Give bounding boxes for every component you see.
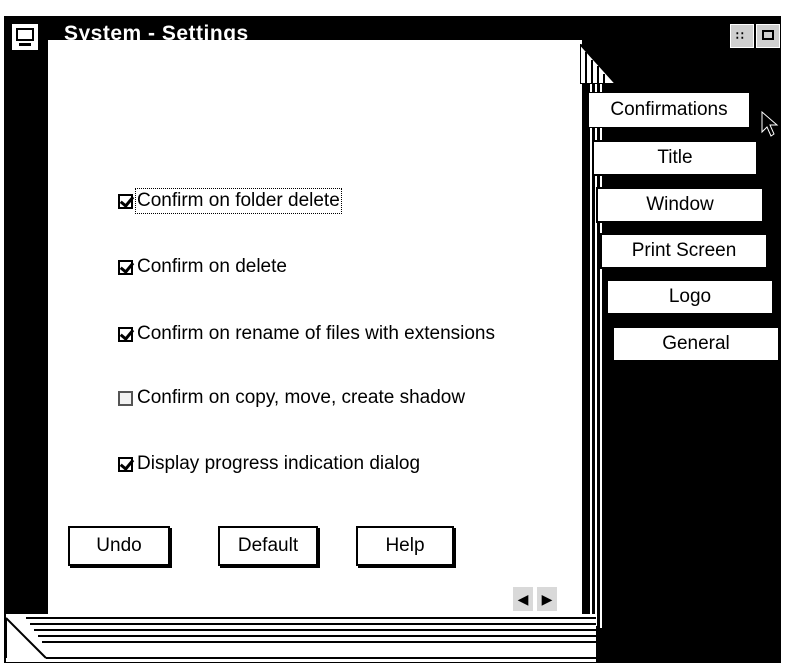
tab-print-screen[interactable]: Print Screen xyxy=(600,233,768,269)
option-label: Display progress indication dialog xyxy=(137,453,421,474)
option-label: Confirm on copy, move, create shadow xyxy=(137,387,466,408)
minimize-button[interactable]: ∷ xyxy=(730,24,754,48)
mouse-pointer-icon xyxy=(761,110,779,137)
undo-button[interactable]: Undo xyxy=(68,526,170,566)
minimize-icon: ∷ xyxy=(736,29,744,43)
option-confirm-rename[interactable]: Confirm on rename of files with extensio… xyxy=(118,321,495,347)
maximize-icon xyxy=(762,30,774,40)
checkbox[interactable] xyxy=(118,326,133,342)
checkbox[interactable] xyxy=(118,259,133,275)
option-confirm-folder-delete[interactable]: Confirm on folder delete xyxy=(118,188,342,214)
help-button[interactable]: Help xyxy=(356,526,454,566)
option-label: Confirm on delete xyxy=(137,256,287,277)
option-label: Confirm on folder delete xyxy=(135,188,342,214)
tab-confirmations[interactable]: Confirmations xyxy=(588,92,750,128)
back-arrow-icon[interactable]: ◀ xyxy=(512,586,534,612)
checkbox[interactable] xyxy=(118,456,133,472)
page-corner-icon xyxy=(580,44,616,84)
checkbox[interactable] xyxy=(118,390,133,406)
tab-general[interactable]: General xyxy=(612,326,780,362)
option-label: Confirm on rename of files with extensio… xyxy=(137,323,495,344)
default-button[interactable]: Default xyxy=(218,526,318,566)
option-display-progress[interactable]: Display progress indication dialog xyxy=(118,451,420,477)
option-confirm-delete[interactable]: Confirm on delete xyxy=(118,254,287,280)
checkbox[interactable] xyxy=(118,193,133,209)
page-fold xyxy=(6,614,596,662)
maximize-button[interactable] xyxy=(756,24,780,48)
tab-title[interactable]: Title xyxy=(592,140,758,176)
option-confirm-copy-move[interactable]: Confirm on copy, move, create shadow xyxy=(118,385,465,411)
forward-arrow-icon[interactable]: ▶ xyxy=(536,586,558,612)
system-menu-icon[interactable] xyxy=(10,22,40,52)
tab-logo[interactable]: Logo xyxy=(606,279,774,315)
page-edge xyxy=(584,54,586,614)
tab-window[interactable]: Window xyxy=(596,187,764,223)
